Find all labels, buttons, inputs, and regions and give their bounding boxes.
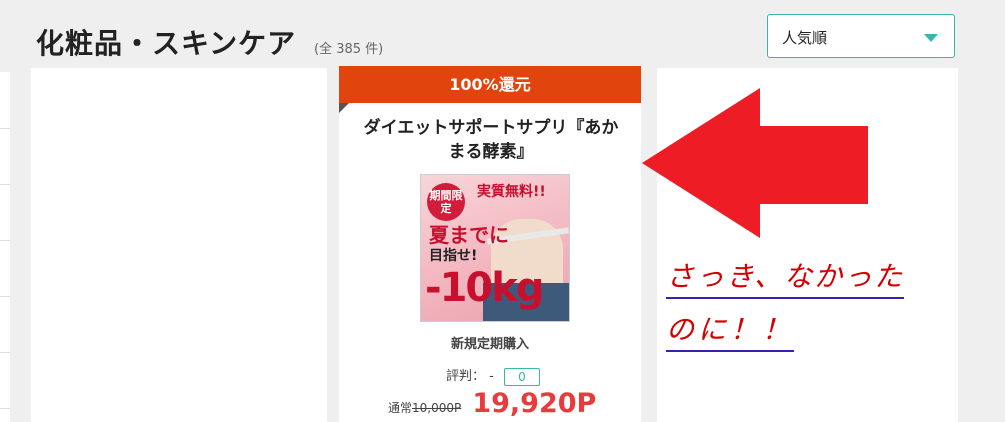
rating-row: 評判： - 0: [446, 365, 540, 386]
sidebar-divider: [0, 408, 10, 409]
left-arrow-icon: [642, 88, 868, 238]
image-goal: 目指せ!: [429, 248, 478, 264]
review-count-badge[interactable]: 0: [504, 367, 540, 386]
sidebar-divider: [0, 352, 10, 353]
product-card-empty[interactable]: [31, 68, 327, 422]
point-price: 19,920P: [472, 388, 597, 419]
sidebar-divider: [0, 128, 10, 129]
rating-label: 評判：: [446, 369, 486, 384]
sidebar-divider: [0, 296, 10, 297]
product-image[interactable]: 期間限定 実質無料!! 夏までに 目指せ! -10kg: [420, 174, 570, 322]
annotation-text: のに！！: [666, 308, 795, 352]
sidebar-divider: [0, 184, 10, 185]
page-title: 化粧品・スキンケア: [36, 27, 297, 60]
product-title[interactable]: ダイエットサポートサプリ『あかまる酵素』: [363, 116, 619, 164]
sort-selected-value: 人気順: [782, 29, 828, 47]
subscription-label: 新規定期購入: [450, 337, 529, 352]
image-headline: 夏までに: [429, 223, 509, 247]
rating-value: -: [489, 369, 494, 384]
sidebar-divider: [0, 240, 10, 241]
cashback-banner: 100%還元: [339, 66, 641, 103]
regular-price-label: 通常: [388, 401, 413, 415]
sort-select[interactable]: 人気順: [767, 14, 955, 58]
sidebar-strip: [0, 72, 10, 422]
regular-price: 10,000P: [412, 401, 462, 415]
result-count: (全 385 件): [314, 42, 384, 57]
annotation-text: さっき、なかった: [666, 255, 905, 299]
banner-fold: [339, 103, 349, 113]
image-tagline: 実質無料!!: [477, 184, 546, 200]
image-weight: -10kg: [425, 265, 544, 311]
limited-badge: 期間限定: [427, 183, 465, 221]
product-card[interactable]: 100%還元 ダイエットサポートサプリ『あかまる酵素』 期間限定 実質無料!! …: [339, 66, 641, 422]
price-row: 通常10,000P 19,920P: [388, 388, 596, 419]
chevron-down-icon: [924, 34, 938, 42]
